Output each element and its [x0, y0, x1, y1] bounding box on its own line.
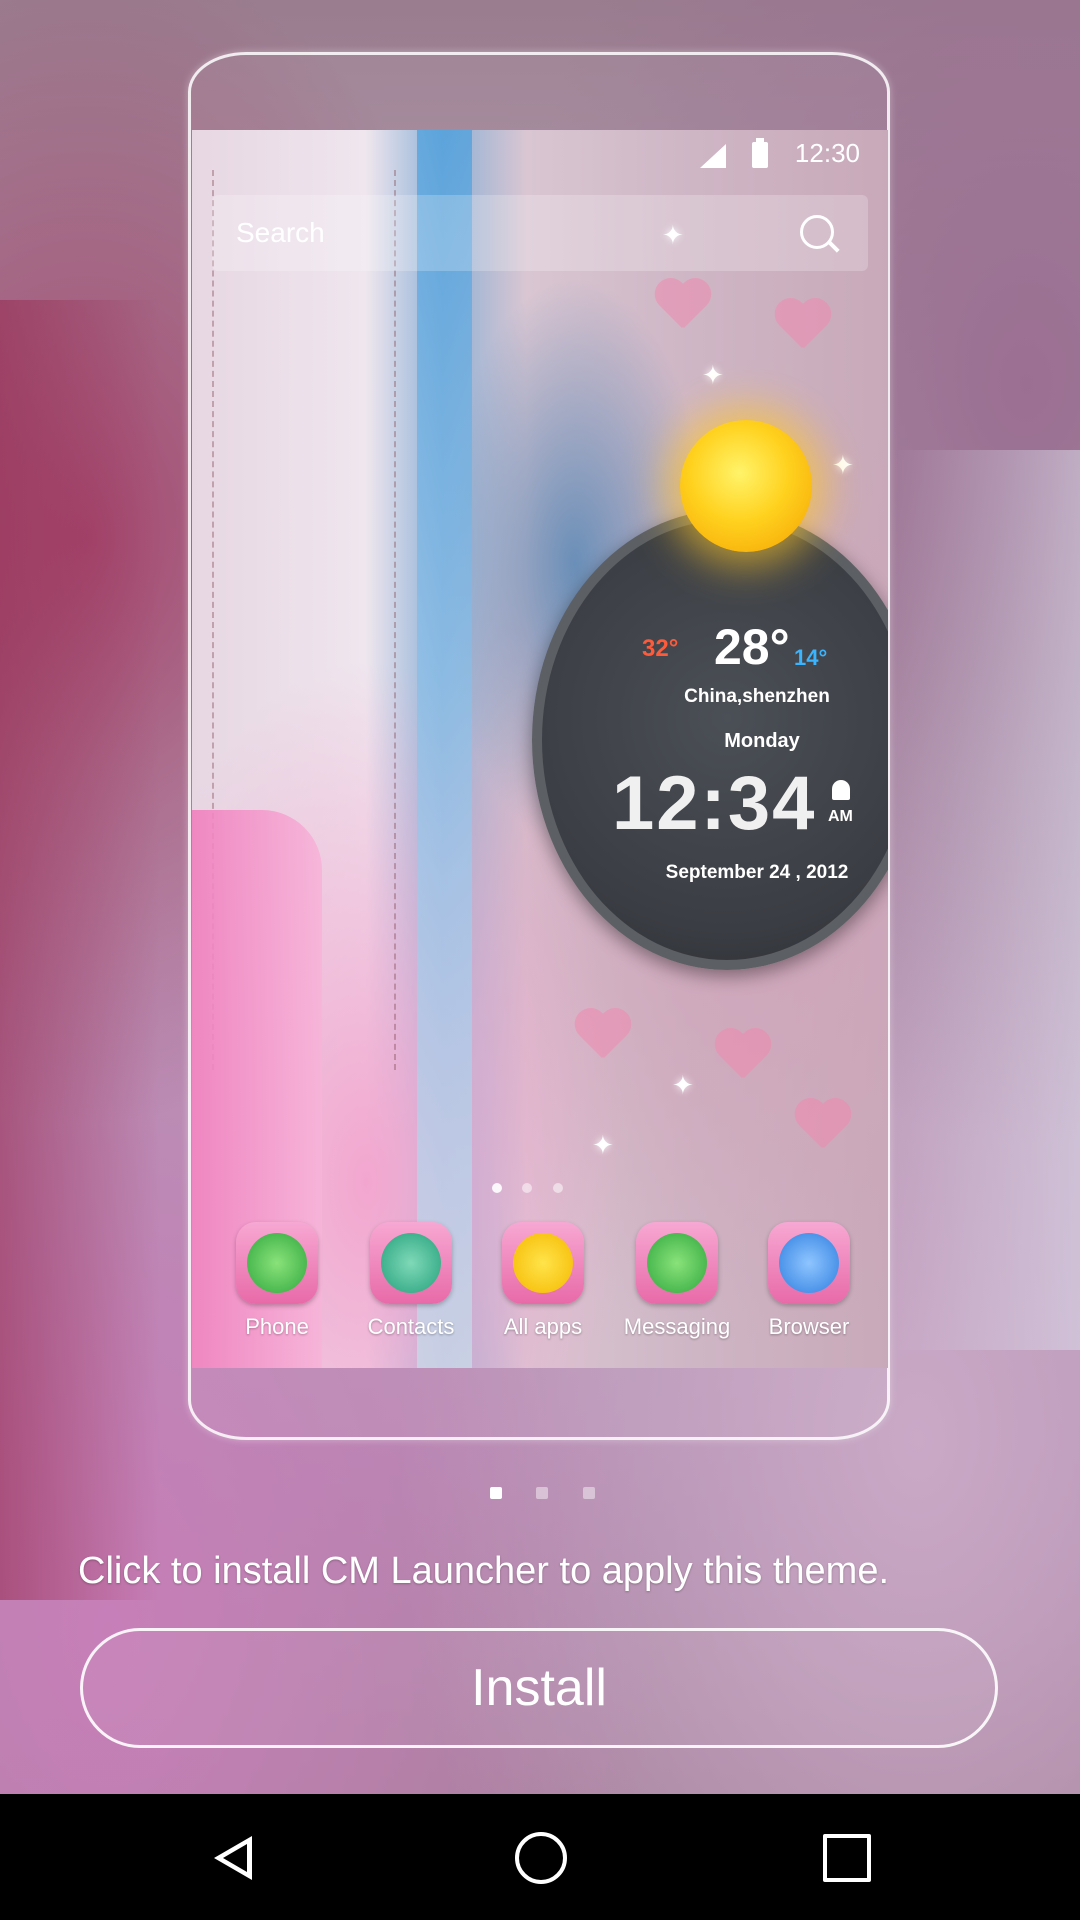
dock-label: Phone: [245, 1314, 309, 1339]
wallpaper-blue-strip: [417, 130, 472, 1368]
recents-icon[interactable]: [823, 1834, 871, 1882]
background-blur-left: [0, 300, 160, 1600]
dock-item-messaging[interactable]: Messaging: [612, 1222, 742, 1340]
dock-item-all-apps[interactable]: All apps: [478, 1222, 608, 1340]
signal-icon: [700, 144, 726, 168]
install-hint-text: Click to install CM Launcher to apply th…: [78, 1550, 890, 1592]
temp-low: 14°: [794, 645, 828, 670]
home-page-dot: [522, 1183, 533, 1193]
dock-item-browser[interactable]: Browser: [744, 1222, 874, 1340]
page-indicator-dot[interactable]: [582, 1487, 595, 1499]
home-page-dot: [552, 1183, 563, 1193]
clock-time: 12:34: [612, 761, 817, 846]
dock-label: Contacts: [367, 1314, 455, 1339]
dock-label: Browser: [768, 1314, 850, 1339]
search-icon[interactable]: [800, 215, 834, 249]
sun-icon: [680, 420, 812, 552]
page-indicator-dot[interactable]: [536, 1487, 549, 1499]
battery-icon: [752, 138, 768, 168]
search-bar[interactable]: Search: [212, 195, 868, 271]
contacts-icon[interactable]: [370, 1222, 452, 1304]
heart-decoration: [712, 1030, 772, 1080]
dock-item-contacts[interactable]: Contacts: [346, 1222, 476, 1340]
sparkle-icon: ✦: [702, 360, 724, 390]
city-name: China,shenzhen: [684, 686, 830, 707]
heart-decoration: [572, 1010, 632, 1060]
preview-page-indicator: [490, 1486, 625, 1504]
alarm-bell-icon: [832, 780, 850, 800]
dock: Phone Contacts All apps Messaging Browse…: [212, 1222, 888, 1352]
heart-decoration: [772, 300, 832, 350]
sparkle-icon: ✦: [672, 1070, 694, 1100]
page-indicator-dot-active[interactable]: [490, 1487, 502, 1499]
dock-item-phone[interactable]: Phone: [212, 1222, 342, 1340]
sparkle-icon: ✦: [592, 1130, 614, 1160]
heart-decoration: [792, 1100, 852, 1150]
navigation-bar: [0, 1794, 1080, 1920]
clock-ampm: AM: [828, 808, 853, 825]
install-button[interactable]: Install: [80, 1628, 998, 1748]
heart-decoration: [652, 280, 712, 330]
sparkle-icon: ✦: [832, 450, 854, 480]
clock-date: September 24 , 2012: [665, 862, 849, 883]
status-bar: 12:30: [192, 130, 888, 178]
weekday: Monday: [724, 730, 800, 752]
all-apps-icon[interactable]: [502, 1222, 584, 1304]
home-page-dots: [492, 1180, 579, 1198]
search-placeholder: Search: [236, 217, 325, 248]
temp-current: 28°: [714, 619, 790, 675]
home-page-dot: [492, 1183, 502, 1193]
theme-preview-screen: ✦ ✦ ✦ ✦ ✦ 12:30 Search 32° 28° 14° China…: [192, 130, 888, 1368]
dock-label: Messaging: [623, 1314, 731, 1339]
messaging-icon[interactable]: [636, 1222, 718, 1304]
background-blur-right: [890, 450, 1080, 1350]
phone-icon[interactable]: [236, 1222, 318, 1304]
home-icon[interactable]: [515, 1832, 567, 1884]
dock-label: All apps: [503, 1314, 583, 1339]
back-icon[interactable]: [214, 1836, 252, 1880]
status-time: 12:30: [794, 138, 860, 168]
browser-icon[interactable]: [768, 1222, 850, 1304]
temp-high: 32°: [642, 635, 679, 662]
